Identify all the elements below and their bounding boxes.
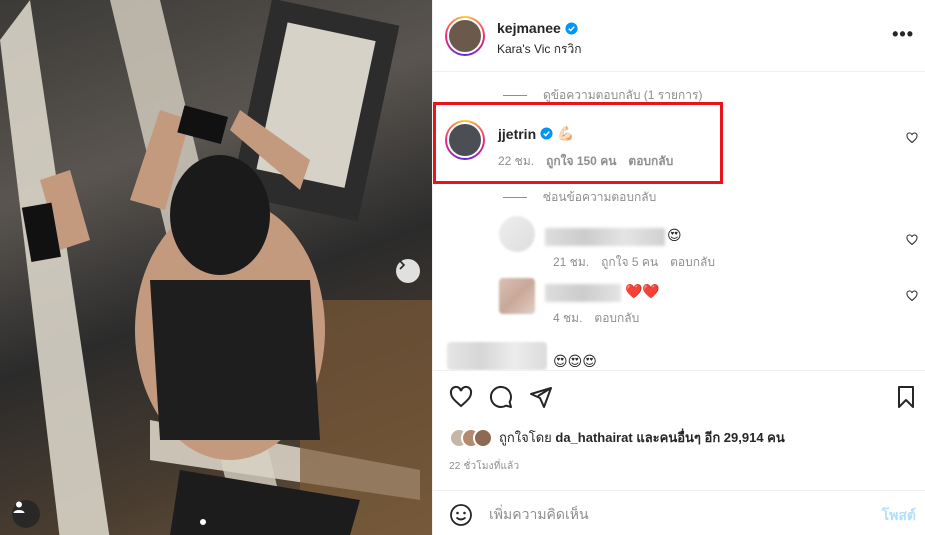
liked-by: ถูกใจโดย da_hathairat และคนอื่นๆ อีก 29,… <box>449 427 785 448</box>
reply-button[interactable]: ตอบกลับ <box>670 253 715 272</box>
reply-button[interactable]: ตอบกลับ <box>628 152 673 171</box>
commenter-username[interactable]: jjetrin <box>498 126 536 142</box>
comment-input[interactable] <box>489 503 849 525</box>
emoji-icon[interactable] <box>449 503 473 527</box>
reply-meta: 21 ชม. ถูกใจ 5 คน ตอบกลับ <box>553 253 715 272</box>
heart-icon[interactable] <box>449 385 473 409</box>
divider-line <box>503 95 527 97</box>
post-location[interactable]: Kara's Vic กรวิก <box>497 40 581 59</box>
comment-composer: โพสต์ <box>433 490 925 535</box>
reply-text: 😍 <box>667 227 682 243</box>
heart-icon[interactable] <box>906 132 918 144</box>
heart-icon[interactable] <box>906 290 918 302</box>
reply-avatar[interactable] <box>499 216 535 252</box>
view-replies-label: ดูข้อความตอบกลับ (1 รายการ) <box>543 88 703 102</box>
reply-meta: 4 ชม. ตอบกลับ <box>553 309 639 328</box>
post-time[interactable]: 22 ชั่วโมงที่แล้ว <box>449 459 519 474</box>
user-tag-icon <box>13 501 25 513</box>
post-button[interactable]: โพสต์ <box>882 505 916 527</box>
liker-avatar <box>473 427 493 448</box>
comment-time[interactable]: 22 ชม. <box>498 152 534 171</box>
reply-username-blurred <box>545 284 621 302</box>
post-actions: ถูกใจโดย da_hathairat และคนอื่นๆ อีก 29,… <box>433 370 925 490</box>
hide-replies-link[interactable]: ซ่อนข้อความตอบกลับ <box>503 188 656 207</box>
author-username[interactable]: kejmanee <box>497 20 578 36</box>
reply-avatar[interactable] <box>499 278 535 314</box>
comment-icon[interactable] <box>489 385 513 409</box>
liker-avatars[interactable] <box>449 427 493 448</box>
reply-text: ❤️❤️ <box>625 283 660 299</box>
comments-section: ดูข้อความตอบกลับ (1 รายการ) jjetrin 💪🏻 2… <box>433 72 925 370</box>
commenter-avatar[interactable] <box>445 120 485 160</box>
next-photo-button[interactable] <box>396 259 420 283</box>
photo-illustration <box>0 0 432 535</box>
comment-text: 😍😍😍 <box>553 353 597 369</box>
post-header: kejmanee Kara's Vic กรวิก ••• <box>433 0 925 72</box>
hide-replies-label: ซ่อนข้อความตอบกลับ <box>543 190 657 204</box>
verified-icon <box>565 21 578 35</box>
liked-by-prefix: ถูกใจโดย <box>499 430 552 445</box>
verified-icon <box>540 127 553 140</box>
reply-button[interactable]: ตอบกลับ <box>594 309 639 328</box>
reply-time[interactable]: 21 ชม. <box>553 253 589 272</box>
post-panel: kejmanee Kara's Vic กรวิก ••• ดูข้อความต… <box>432 0 925 535</box>
comment-header: jjetrin 💪🏻 <box>498 125 575 142</box>
more-icon[interactable]: ••• <box>892 25 914 43</box>
post-photo[interactable] <box>0 0 432 535</box>
author-username-text[interactable]: kejmanee <box>497 20 561 36</box>
comment-likes[interactable]: ถูกใจ 150 คน <box>546 152 616 171</box>
author-avatar[interactable] <box>445 16 485 56</box>
reply-time[interactable]: 4 ชม. <box>553 309 582 328</box>
comment-text: 💪🏻 <box>557 125 575 141</box>
bookmark-icon[interactable] <box>894 385 918 409</box>
carousel-dot <box>200 519 206 525</box>
reply-likes[interactable]: ถูกใจ 5 คน <box>601 253 658 272</box>
reply-username-blurred <box>545 228 665 246</box>
user-tag-button[interactable] <box>12 500 40 528</box>
comment-meta: 22 ชม. ถูกใจ 150 คน ตอบกลับ <box>498 152 673 171</box>
chevron-right-icon <box>399 260 406 270</box>
divider-line <box>503 197 527 199</box>
liked-by-user[interactable]: da_hathairat <box>555 430 632 445</box>
carousel-dots <box>200 519 206 525</box>
liked-by-count[interactable]: และคนอื่นๆ อีก 29,914 คน <box>636 430 784 445</box>
share-icon[interactable] <box>529 385 553 409</box>
heart-icon[interactable] <box>906 234 918 246</box>
comment-blurred <box>447 342 547 370</box>
